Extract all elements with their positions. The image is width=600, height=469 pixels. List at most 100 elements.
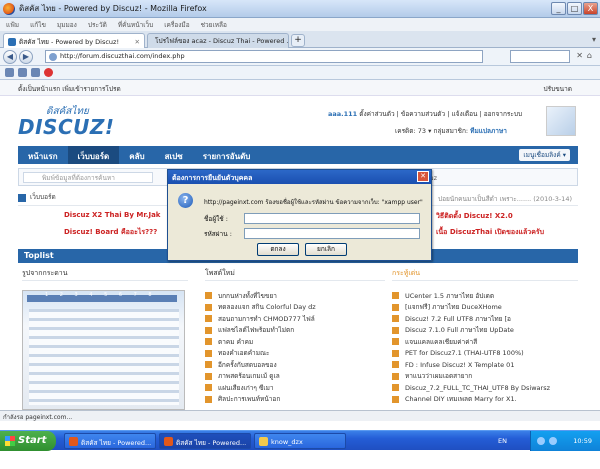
bullet-icon bbox=[392, 372, 399, 380]
language-indicator[interactable]: EN bbox=[498, 437, 507, 445]
menu-bookmarks[interactable]: ที่คั่นหน้าเว็บ bbox=[118, 20, 153, 30]
list-item[interactable]: แฟลชไลต์ไฟพร้อมทำไม่ตก bbox=[205, 325, 385, 337]
list-item[interactable]: แผ่นเสียงเก่าๆ ซีเมา bbox=[205, 382, 385, 394]
ok-button[interactable]: ตกลง bbox=[257, 243, 299, 256]
new-tab-button[interactable]: + bbox=[291, 34, 305, 47]
menu-tools[interactable]: เครื่องมือ bbox=[164, 20, 189, 30]
url-bar[interactable]: http://forum.discuzthai.com/index.php bbox=[45, 50, 483, 63]
set-homepage-link[interactable]: ตั้งเป็นหน้าแรก เพิ่มเข้ารายการโปรด bbox=[18, 84, 121, 94]
tab-profile[interactable]: โปรไฟล์ของ acaz - Discuz Thai - Powered … bbox=[147, 33, 289, 48]
start-button[interactable]: Start bbox=[0, 431, 56, 451]
new-posts-list: บกกนห่างทั้งที่ไขขยา ทดลองแจก สกิน Color… bbox=[205, 290, 385, 405]
cancel-button[interactable]: ยกเลิก bbox=[305, 243, 347, 256]
forum-search-input[interactable]: พิมพ์ข้อมูลที่ต้องการค้นหา bbox=[23, 172, 153, 183]
menu-file[interactable]: แฟ้ม bbox=[6, 20, 19, 30]
bullet-icon bbox=[392, 361, 399, 369]
close-tab-icon[interactable]: ✕ bbox=[135, 38, 140, 46]
menu-bar: แฟ้ม แก้ไข มุมมอง ประวัติ ที่คั่นหน้าเว็… bbox=[0, 18, 600, 31]
list-item[interactable]: Discuz! 7.2 Full UTF8 ภาษาไทย [อ bbox=[392, 313, 580, 325]
password-field[interactable] bbox=[244, 228, 420, 239]
list-item[interactable]: Discuz 7.1.0 Full ภาษาไทย UpDate bbox=[392, 325, 580, 337]
announcement-link[interactable]: เนื้อ DiscuzThai เปิดของแล้วครับ bbox=[436, 227, 544, 238]
list-item[interactable]: Discuz_7.2_FULL_TC_THAI_UTF8 By Dsiwarsz bbox=[392, 382, 580, 394]
site-logo[interactable]: ดิสคัสไทย DISCUZ! bbox=[18, 104, 128, 142]
list-item[interactable]: [แจกฟรี] ภาษาไทย DuceXHome bbox=[392, 302, 580, 314]
username-field[interactable] bbox=[244, 213, 420, 224]
list-item[interactable]: บกกนห่างทั้งที่ไขขยา bbox=[205, 290, 385, 302]
nav-home[interactable]: หน้าแรก bbox=[18, 146, 68, 164]
list-item[interactable]: ตาคม คำคม bbox=[205, 336, 385, 348]
bookmark-icon[interactable] bbox=[5, 68, 14, 77]
bullet-icon bbox=[205, 349, 212, 357]
bullet-icon bbox=[392, 303, 399, 311]
tab-list-icon[interactable]: ▾ bbox=[592, 35, 596, 44]
latest-announcement[interactable]: ปอยนักคนมาเป็นสีดำ เพราะ....... (2010-3-… bbox=[438, 194, 572, 204]
forward-button[interactable]: ▶ bbox=[19, 49, 33, 64]
minimize-button[interactable]: _ bbox=[551, 2, 566, 15]
nav-ranking[interactable]: รายการอันดับ bbox=[193, 146, 261, 164]
favicon-icon bbox=[8, 37, 16, 46]
list-item[interactable]: Channel DIY เทมเพลต Marry for X1. bbox=[392, 394, 580, 406]
search-bar[interactable] bbox=[510, 50, 570, 63]
password-label: รหัสผ่าน : bbox=[204, 230, 232, 238]
list-item[interactable]: ทดลองแจก สกิน Colorful Day dz bbox=[205, 302, 385, 314]
nav-space[interactable]: สเปซ bbox=[155, 146, 193, 164]
announcement-link[interactable]: Discuz X2 Thai By Mr.Jak bbox=[64, 211, 160, 219]
close-window-button[interactable]: X bbox=[583, 2, 598, 15]
list-item[interactable]: อีกครั้งกับสดบอลของ bbox=[205, 359, 385, 371]
taskbar: Start ดิสคัส ไทย - Powered... ดิสคัส ไทย… bbox=[0, 430, 600, 451]
window-controls: _ □ X bbox=[551, 2, 598, 15]
bullet-icon bbox=[392, 349, 399, 357]
image-pager[interactable]: 1 2 3 4 5 6 7 8 bbox=[45, 292, 157, 298]
home-icon[interactable] bbox=[18, 194, 26, 202]
list-item[interactable]: ศิลปะการเพนท์หน้าอก bbox=[205, 394, 385, 406]
menu-history[interactable]: ประวัติ bbox=[88, 20, 107, 30]
credits[interactable]: เครดิต: 73 ▾ bbox=[395, 127, 431, 135]
dialog-message: http://pageinxt.com ร้องขอชื่อผู้ใช้และร… bbox=[204, 199, 423, 206]
menu-help[interactable]: ช่วยเหลือ bbox=[201, 20, 227, 30]
menu-edit[interactable]: แก้ไข bbox=[30, 20, 46, 30]
maximize-button[interactable]: □ bbox=[567, 2, 582, 15]
list-item[interactable]: UCenter 1.5 ภาษาไทย อัปเดต bbox=[392, 290, 580, 302]
taskbar-item[interactable]: know_dzx bbox=[254, 433, 346, 449]
list-item[interactable]: หาแนวว่าเผมเอดสายาก bbox=[392, 371, 580, 383]
breadcrumb-forum[interactable]: เว็บบอร์ด bbox=[30, 193, 56, 201]
taskbar-item[interactable]: ดิสคัส ไทย - Powered... bbox=[159, 433, 251, 449]
reload-stop-home-icons[interactable]: ✕⌂ bbox=[576, 51, 596, 60]
quick-menu-dropdown[interactable]: เมนูเชื่อมลิงค์ ▾ bbox=[519, 149, 570, 161]
window-title: ดิสคัส ไทย - Powered by Discuz! - Mozill… bbox=[19, 4, 207, 13]
taskbar-item[interactable]: ดิสคัส ไทย - Powered... bbox=[64, 433, 156, 449]
list-item[interactable]: ทองคำเอดคำมณะ bbox=[205, 348, 385, 360]
announcement-link[interactable]: Discuz! Board คืออะไร??? bbox=[64, 227, 157, 238]
menu-view[interactable]: มุมมอง bbox=[57, 20, 77, 30]
announcement-link[interactable]: วิธีติดตั้ง Discuz! X2.0 bbox=[436, 211, 513, 222]
tray-icon[interactable] bbox=[549, 437, 557, 445]
tab-label: ดิสคัส ไทย - Powered by Discuz! bbox=[19, 37, 120, 46]
user-menu-links[interactable]: ตั้งค่าส่วนตัว | ข้อความส่วนตัว | แจ้งเต… bbox=[359, 110, 522, 118]
nav-forum[interactable]: เว็บบอร์ด bbox=[67, 146, 120, 164]
firefox-logo-icon bbox=[3, 2, 15, 15]
tray-icon[interactable] bbox=[537, 437, 545, 445]
bookmark-icon[interactable] bbox=[18, 68, 27, 77]
list-item[interactable]: PET for Discuz7.1 (THAI-UTF8 100%) bbox=[392, 348, 580, 360]
avatar[interactable] bbox=[546, 106, 576, 136]
addon-icon[interactable] bbox=[44, 68, 53, 77]
list-item[interactable]: แจนแคลแคลเชียมค่าค่าสี bbox=[392, 336, 580, 348]
clock[interactable]: 10:59 bbox=[573, 437, 592, 445]
list-item[interactable]: สอนถามการทำ CHMOD777 ไฟล์ bbox=[205, 313, 385, 325]
back-button[interactable]: ◀ bbox=[3, 49, 17, 64]
tab-label: โปรไฟล์ของ acaz - Discuz Thai - Powered … bbox=[155, 37, 289, 45]
logo-text: DISCUZ! bbox=[18, 115, 115, 139]
dialog-title-bar: ต้องการการยืนยันตัวบุคคล ✕ bbox=[168, 170, 431, 184]
tab-discuz-thai[interactable]: ดิสคัส ไทย - Powered by Discuz! ✕ bbox=[3, 33, 145, 49]
dialog-close-button[interactable]: ✕ bbox=[417, 171, 429, 182]
forum-image-thumbnail[interactable]: 1 2 3 4 5 6 7 8 bbox=[22, 290, 185, 410]
resize-link[interactable]: ปรับขนาด bbox=[543, 84, 572, 94]
nav-club[interactable]: คลับ bbox=[119, 146, 154, 164]
username-link[interactable]: aaa.111 bbox=[328, 110, 357, 118]
list-item[interactable]: FD : Infuse Discuz! X Template 01 bbox=[392, 359, 580, 371]
bullet-icon bbox=[205, 361, 212, 369]
bookmark-icon[interactable] bbox=[31, 68, 40, 77]
bullet-icon bbox=[205, 384, 212, 392]
list-item[interactable]: ภาพสดร้อนเกมเม้ ดูเล bbox=[205, 371, 385, 383]
